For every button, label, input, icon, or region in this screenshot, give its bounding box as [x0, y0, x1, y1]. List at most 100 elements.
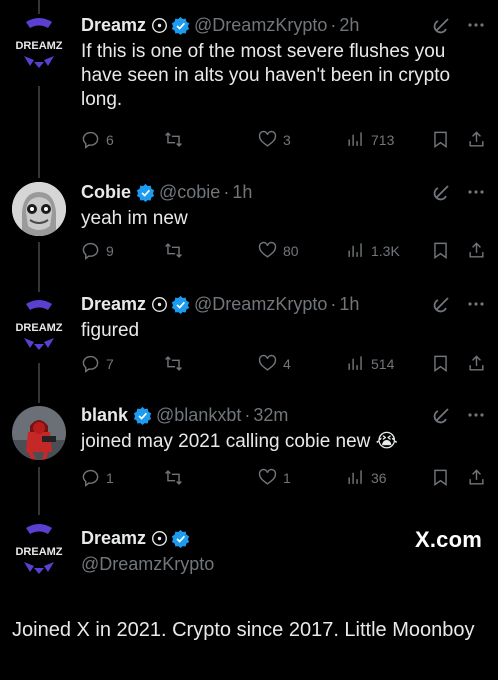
avatar[interactable]: DREAMZ	[12, 298, 66, 352]
avatar[interactable]	[12, 406, 66, 460]
reply-count: 1	[106, 469, 114, 486]
tweet-header: Cobie @cobie · 1h	[81, 180, 486, 204]
reply-icon	[82, 355, 99, 373]
reply-count: 6	[106, 131, 114, 148]
view-count: 514	[371, 355, 395, 372]
display-name[interactable]: Cobie	[81, 182, 131, 203]
grok-icon[interactable]	[432, 15, 452, 35]
separator: ·	[330, 293, 337, 314]
views-button[interactable]: 36	[346, 468, 387, 487]
handle[interactable]: @DreamzKrypto	[194, 294, 327, 315]
tweet[interactable]: Cobie @cobie · 1h yeah im new 9 80 1.3K	[0, 170, 498, 287]
views-button[interactable]: 713	[346, 130, 394, 149]
tweet-text: figured	[81, 320, 140, 341]
tweet-header: Dreamz @DreamzKrypto · 2h	[81, 13, 486, 37]
reply-button[interactable]: 1	[81, 468, 114, 487]
more-icon[interactable]	[466, 15, 486, 35]
views-icon	[348, 243, 362, 257]
heart-icon	[258, 130, 277, 147]
display-name[interactable]: Dreamz	[81, 15, 146, 36]
display-name[interactable]: Dreamz	[81, 294, 146, 315]
avatar-label: DREAMZ	[15, 322, 62, 334]
timestamp[interactable]: 1h	[232, 182, 252, 203]
timestamp[interactable]: 32m	[253, 405, 288, 426]
profile-card-text: Joined X in 2021. Crypto since 2017. Lit…	[12, 619, 475, 641]
heart-icon	[258, 468, 277, 485]
tweet[interactable]: DREAMZ Dreamz @DreamzKrypto · 2h If this…	[0, 0, 498, 170]
retweet-button[interactable]	[164, 354, 183, 373]
handle[interactable]: @cobie	[159, 182, 220, 203]
share-button[interactable]	[467, 468, 486, 487]
like-button[interactable]: 1	[258, 468, 291, 487]
share-button[interactable]	[467, 354, 486, 373]
display-name[interactable]: Dreamz	[81, 528, 146, 549]
separator: ·	[244, 404, 251, 425]
share-icon	[469, 242, 484, 258]
like-button[interactable]: 80	[258, 241, 299, 260]
share-button[interactable]	[467, 130, 486, 149]
tweet[interactable]: blank @blankxbt · 32m joined may 2021 ca…	[0, 394, 498, 504]
retweet-button[interactable]	[164, 241, 183, 260]
verified-badge-icon	[136, 183, 155, 202]
bookmark-button[interactable]	[431, 468, 450, 487]
avatar[interactable]: DREAMZ	[12, 16, 66, 70]
like-count: 4	[283, 355, 291, 372]
reply-count: 9	[106, 242, 114, 259]
handle[interactable]: @blankxbt	[156, 405, 241, 426]
tweet-text: joined may 2021 calling cobie new 😭	[81, 431, 398, 452]
bookmark-button[interactable]	[431, 241, 450, 260]
heart-icon	[258, 354, 277, 371]
tweet-text: If this is one of the most severe flushe…	[81, 41, 451, 110]
tweet-actions: 7 4 514	[0, 354, 498, 376]
affiliate-badge-icon	[152, 530, 168, 546]
avatar[interactable]: DREAMZ	[12, 522, 66, 576]
affiliate-badge-icon	[152, 296, 168, 312]
retweet-icon	[165, 470, 182, 485]
views-button[interactable]: 514	[346, 354, 394, 373]
view-count: 36	[371, 469, 387, 486]
more-icon[interactable]	[466, 294, 486, 314]
header-icons	[432, 292, 486, 316]
affiliate-badge-icon	[152, 17, 168, 33]
like-button[interactable]: 3	[258, 130, 291, 149]
views-button[interactable]: 1.3K	[346, 241, 400, 260]
tweet-header: blank @blankxbt · 32m	[81, 403, 486, 427]
reply-icon	[82, 242, 99, 260]
share-button[interactable]	[467, 241, 486, 260]
separator: ·	[223, 181, 230, 202]
more-icon[interactable]	[466, 182, 486, 202]
tweet-actions: 6 3 713	[0, 130, 498, 152]
avatar[interactable]	[12, 182, 66, 236]
retweet-button[interactable]	[164, 468, 183, 487]
verified-badge-icon	[171, 295, 190, 314]
handle[interactable]: @DreamzKrypto	[81, 552, 486, 576]
verified-badge-icon	[171, 16, 190, 35]
timestamp[interactable]: 1h	[339, 294, 359, 315]
header-icons	[432, 180, 486, 204]
reply-button[interactable]: 7	[81, 354, 114, 373]
grok-icon[interactable]	[432, 182, 452, 202]
verified-badge-icon	[133, 406, 152, 425]
bookmark-button[interactable]	[431, 354, 450, 373]
header-icons	[432, 403, 486, 427]
more-icon[interactable]	[466, 405, 486, 425]
share-icon	[469, 355, 484, 371]
tweet-actions: 1 1 36	[0, 468, 498, 490]
handle[interactable]: @DreamzKrypto	[194, 15, 327, 36]
reply-icon	[82, 131, 99, 149]
site-label[interactable]: X.com	[415, 527, 482, 553]
display-name[interactable]: blank	[81, 405, 128, 426]
like-count: 3	[283, 131, 291, 148]
heart-icon	[258, 241, 277, 258]
grok-icon[interactable]	[432, 405, 452, 425]
reply-button[interactable]: 6	[81, 130, 114, 149]
like-button[interactable]: 4	[258, 354, 291, 373]
tweet[interactable]: DREAMZ Dreamz @DreamzKrypto · 1h figured…	[0, 287, 498, 394]
timestamp[interactable]: 2h	[339, 15, 359, 36]
views-icon	[348, 356, 362, 370]
bookmark-button[interactable]	[431, 130, 450, 149]
like-count: 80	[283, 242, 299, 259]
retweet-button[interactable]	[164, 130, 183, 149]
grok-icon[interactable]	[432, 294, 452, 314]
reply-button[interactable]: 9	[81, 241, 114, 260]
